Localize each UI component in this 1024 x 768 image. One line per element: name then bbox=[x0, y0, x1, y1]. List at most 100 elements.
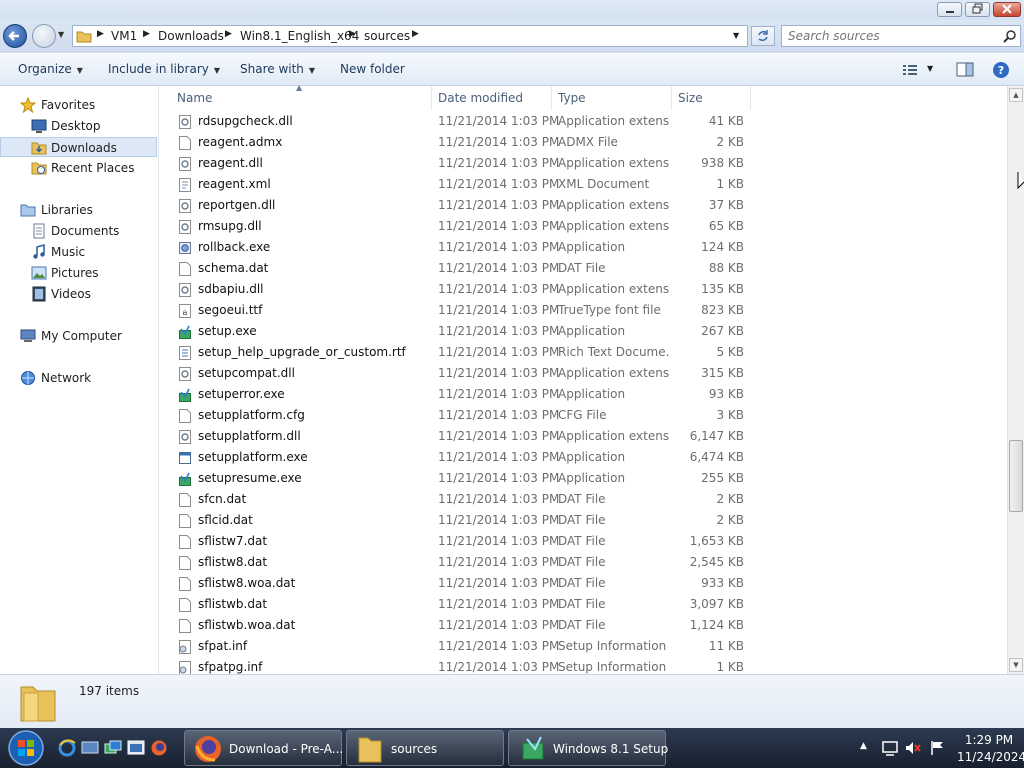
nav-libraries[interactable]: Libraries bbox=[0, 200, 157, 220]
column-divider[interactable] bbox=[431, 86, 432, 110]
clock-date[interactable]: 11/24/2024 bbox=[957, 750, 1024, 764]
forward-button[interactable] bbox=[32, 24, 56, 48]
file-row[interactable]: rdsupgcheck.dll 11/21/2014 1:03 PM Applica… bbox=[160, 111, 760, 132]
search-box[interactable] bbox=[781, 25, 1021, 47]
nav-videos[interactable]: Videos bbox=[0, 284, 157, 304]
column-header-date-modified[interactable]: Date modified bbox=[438, 91, 523, 105]
nav-pictures[interactable]: Pictures bbox=[0, 263, 157, 283]
new-folder-button[interactable]: New folder bbox=[340, 62, 405, 76]
file-date-modified: 11/21/2014 1:03 PM bbox=[438, 618, 560, 632]
internet-explorer-icon[interactable] bbox=[58, 739, 76, 757]
search-icon[interactable] bbox=[1003, 29, 1017, 43]
breadcrumb-vm1[interactable]: VM1 bbox=[111, 29, 137, 43]
svg-text:a: a bbox=[183, 308, 188, 317]
nav-my-computer[interactable]: My Computer bbox=[0, 326, 157, 346]
column-divider[interactable] bbox=[671, 86, 672, 110]
file-size: 93 KB bbox=[708, 387, 744, 401]
nav-recent-places[interactable]: Recent Places bbox=[0, 158, 157, 178]
nav-label: My Computer bbox=[41, 329, 122, 343]
close-button[interactable] bbox=[993, 2, 1021, 17]
address-bar[interactable]: ▶ VM1 ▶ Downloads ▶ Win8.1_English_x64 ▶… bbox=[72, 25, 748, 47]
start-button[interactable] bbox=[4, 728, 48, 768]
volume-muted-icon[interactable] bbox=[904, 739, 922, 757]
file-row[interactable]: sfpat.inf 11/21/2014 1:03 PM Setup Informa… bbox=[160, 636, 760, 657]
file-date-modified: 11/21/2014 1:03 PM bbox=[438, 177, 560, 191]
file-size: 1 KB bbox=[716, 660, 744, 674]
breadcrumb-sources[interactable]: sources bbox=[364, 29, 410, 43]
scroll-down-arrow-icon[interactable]: ▼ bbox=[1009, 658, 1023, 672]
nav-music[interactable]: Music bbox=[0, 242, 157, 262]
file-row[interactable]: rollback.exe 11/21/2014 1:03 PM Applicatio… bbox=[160, 237, 760, 258]
nav-network[interactable]: Network bbox=[0, 368, 157, 388]
file-row[interactable]: setupplatform.exe 11/21/2014 1:03 PM Appli… bbox=[160, 447, 760, 468]
explorer-quicklaunch-icon[interactable] bbox=[127, 739, 145, 757]
column-divider[interactable] bbox=[551, 86, 552, 110]
share-with-menu[interactable]: Share with ▼ bbox=[240, 62, 315, 76]
refresh-button[interactable] bbox=[751, 26, 775, 46]
switch-windows-icon[interactable] bbox=[104, 739, 122, 757]
nav-label: Downloads bbox=[51, 141, 117, 155]
file-row[interactable]: reportgen.dll 11/21/2014 1:03 PM Applicati… bbox=[160, 195, 760, 216]
recent-pages-chevron-icon[interactable]: ▼ bbox=[58, 30, 64, 39]
view-options-icon[interactable] bbox=[902, 63, 918, 77]
help-icon[interactable]: ? bbox=[992, 61, 1010, 79]
file-row[interactable]: sfcn.dat 11/21/2014 1:03 PM DAT File 2 KB bbox=[160, 489, 760, 510]
show-hidden-icons-icon[interactable]: ▲ bbox=[860, 741, 867, 751]
file-row[interactable]: a segoeui.ttf 11/21/2014 1:03 PM TrueType f… bbox=[160, 300, 760, 321]
taskbar-sources[interactable]: sources bbox=[346, 730, 504, 766]
view-dropdown-icon[interactable]: ▼ bbox=[927, 64, 933, 73]
column-divider[interactable] bbox=[750, 86, 751, 110]
address-dropdown-icon[interactable]: ▼ bbox=[733, 31, 739, 40]
breadcrumb-win81[interactable]: Win8.1_English_x64 bbox=[240, 29, 359, 43]
taskbar-firefox[interactable]: Download - Pre-A... bbox=[184, 730, 343, 766]
action-center-flag-icon[interactable] bbox=[881, 739, 899, 757]
task-label: sources bbox=[391, 742, 438, 756]
file-row[interactable]: setupplatform.dll 11/21/2014 1:03 PM Appli… bbox=[160, 426, 760, 447]
show-desktop-icon[interactable] bbox=[81, 739, 99, 757]
file-row[interactable]: sflistwb.woa.dat 11/21/2014 1:03 PM DAT Fi… bbox=[160, 615, 760, 636]
file-row[interactable]: schema.dat 11/21/2014 1:03 PM DAT File 88 K… bbox=[160, 258, 760, 279]
scroll-up-arrow-icon[interactable]: ▲ bbox=[1009, 88, 1023, 102]
column-header-size[interactable]: Size bbox=[678, 91, 703, 105]
network-tray-icon[interactable] bbox=[929, 739, 947, 757]
file-row[interactable]: reagent.admx 11/21/2014 1:03 PM ADMX File 2… bbox=[160, 132, 760, 153]
file-row[interactable]: setupcompat.dll 11/21/2014 1:03 PM Applica… bbox=[160, 363, 760, 384]
restore-button[interactable] bbox=[965, 2, 990, 17]
nav-label: Desktop bbox=[51, 119, 101, 133]
file-row[interactable]: rmsupg.dll 11/21/2014 1:03 PM Application … bbox=[160, 216, 760, 237]
nav-desktop[interactable]: Desktop bbox=[0, 116, 157, 136]
column-header-name[interactable]: Name bbox=[177, 91, 212, 105]
taskbar-windows-setup[interactable]: Windows 8.1 Setup bbox=[508, 730, 668, 766]
nav-documents[interactable]: Documents bbox=[0, 221, 157, 241]
clock-time[interactable]: 1:29 PM bbox=[957, 733, 1021, 747]
file-row[interactable]: sflcid.dat 11/21/2014 1:03 PM DAT File 2 KB bbox=[160, 510, 760, 531]
search-input[interactable] bbox=[788, 28, 993, 44]
file-row[interactable]: reagent.dll 11/21/2014 1:03 PM Application… bbox=[160, 153, 760, 174]
dll-icon bbox=[179, 220, 191, 234]
file-row[interactable]: reagent.xml 11/21/2014 1:03 PM XML Documen… bbox=[160, 174, 760, 195]
back-button[interactable] bbox=[3, 24, 27, 48]
file-row[interactable]: sflistwb.dat 11/21/2014 1:03 PM DAT File 3,… bbox=[160, 594, 760, 615]
file-row[interactable]: sflistw8.dat 11/21/2014 1:03 PM DAT File 2,… bbox=[160, 552, 760, 573]
file-row[interactable]: setuperror.exe 11/21/2014 1:03 PM Applicat… bbox=[160, 384, 760, 405]
include-in-library-menu[interactable]: Include in library ▼ bbox=[108, 62, 220, 76]
nav-favorites[interactable]: Favorites bbox=[0, 95, 157, 115]
column-header-type[interactable]: Type bbox=[558, 91, 586, 105]
file-row[interactable]: sflistw8.woa.dat 11/21/2014 1:03 PM DAT Fi… bbox=[160, 573, 760, 594]
scroll-thumb[interactable] bbox=[1009, 440, 1023, 512]
firefox-quicklaunch-icon[interactable] bbox=[150, 739, 168, 757]
breadcrumb-downloads[interactable]: Downloads bbox=[158, 29, 224, 43]
file-row[interactable]: setup.exe 11/21/2014 1:03 PM Application 26… bbox=[160, 321, 760, 342]
file-row[interactable]: setupresume.exe 11/21/2014 1:03 PM Applica… bbox=[160, 468, 760, 489]
file-row[interactable]: sdbapiu.dll 11/21/2014 1:03 PM Application… bbox=[160, 279, 760, 300]
organize-menu[interactable]: Organize ▼ bbox=[18, 62, 83, 76]
nav-downloads[interactable]: Downloads bbox=[0, 137, 157, 157]
minimize-button[interactable] bbox=[937, 2, 962, 17]
xml-icon bbox=[179, 178, 191, 192]
file-name: rdsupgcheck.dll bbox=[198, 114, 293, 128]
preview-pane-icon[interactable] bbox=[956, 62, 974, 77]
file-row[interactable]: setupplatform.cfg 11/21/2014 1:03 PM CFG F… bbox=[160, 405, 760, 426]
file-type: DAT File bbox=[558, 513, 606, 527]
file-row[interactable]: setup_help_upgrade_or_custom.rtf 11/21/20… bbox=[160, 342, 760, 363]
file-row[interactable]: sflistw7.dat 11/21/2014 1:03 PM DAT File 1,… bbox=[160, 531, 760, 552]
